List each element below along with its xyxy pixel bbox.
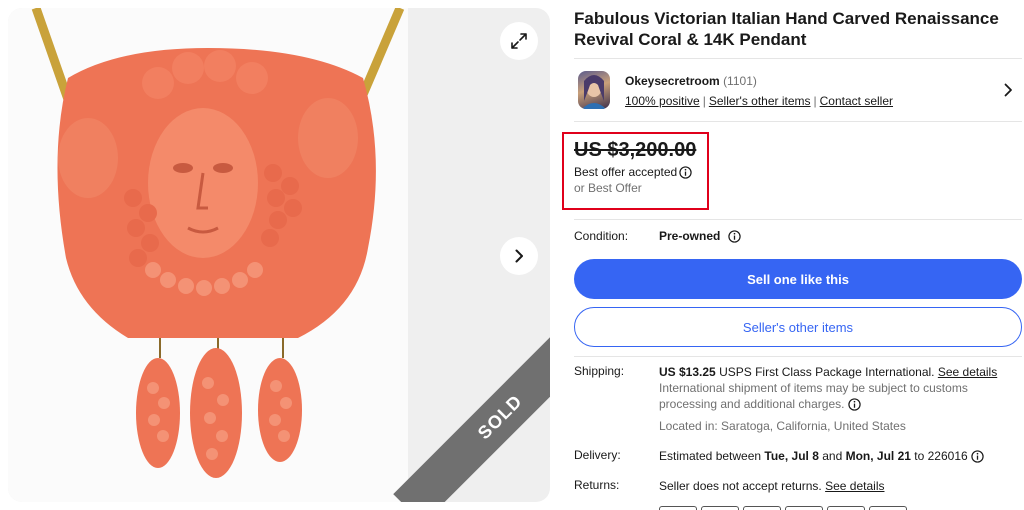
condition-value-text: Pre-owned bbox=[659, 229, 721, 243]
info-icon[interactable] bbox=[728, 229, 742, 243]
payment-method-icon bbox=[869, 506, 907, 510]
best-offer-status: Best offer accepted bbox=[574, 165, 692, 179]
chevron-right-icon bbox=[515, 249, 523, 263]
seller-name[interactable]: Okeysecretroom bbox=[625, 74, 720, 88]
condition-value: Pre-owned bbox=[659, 229, 742, 243]
returns-policy: Seller does not accept returns. See deta… bbox=[659, 478, 1022, 494]
shipping-details: US $13.25 USPS First Class Package Inter… bbox=[659, 364, 1022, 434]
sold-ribbon: SOLD bbox=[393, 310, 550, 502]
delivery-label: Delivery: bbox=[574, 448, 621, 462]
expand-image-button[interactable] bbox=[500, 22, 538, 60]
sold-ribbon-label: SOLD bbox=[473, 390, 526, 443]
payment-method-icon bbox=[659, 506, 697, 510]
product-photo[interactable] bbox=[8, 8, 408, 502]
customs-info[interactable] bbox=[848, 398, 861, 412]
listing-title: Fabulous Victorian Italian Hand Carved R… bbox=[574, 9, 999, 49]
shipping-customs-note: International shipment of items may be s… bbox=[659, 380, 1022, 412]
info-icon[interactable] bbox=[679, 165, 692, 179]
payment-method-icon bbox=[743, 506, 781, 510]
payment-method-icon bbox=[827, 506, 865, 510]
shipping-service: USPS First Class Package International. bbox=[719, 365, 935, 379]
separator: | bbox=[813, 94, 817, 108]
delivery-zip: to 226016 bbox=[914, 449, 968, 463]
divider bbox=[574, 356, 1022, 357]
avatar-portrait-icon bbox=[582, 75, 606, 109]
delivery-info[interactable] bbox=[971, 450, 984, 464]
contact-seller-link[interactable]: Contact seller bbox=[820, 94, 893, 108]
info-icon bbox=[848, 398, 861, 412]
seller-links: 100% positive | Seller's other items | Conta… bbox=[625, 94, 893, 108]
payment-methods bbox=[659, 506, 907, 510]
seller-other-items-link[interactable]: Seller's other items bbox=[709, 94, 811, 108]
condition-label: Condition: bbox=[574, 229, 629, 243]
expand-icon bbox=[511, 33, 527, 49]
next-image-button[interactable] bbox=[500, 237, 538, 275]
chevron-right-icon bbox=[1004, 83, 1012, 97]
best-offer-status-text: Best offer accepted bbox=[574, 165, 678, 179]
or-best-offer: or Best Offer bbox=[574, 181, 642, 195]
shipping-cost: US $13.25 bbox=[659, 365, 716, 379]
shipping-see-details-link[interactable]: See details bbox=[938, 365, 997, 379]
payment-method-icon bbox=[785, 506, 823, 510]
seller-avatar[interactable] bbox=[578, 71, 610, 109]
image-gallery: SOLD bbox=[8, 8, 550, 502]
delivery-start-date: Tue, Jul 8 bbox=[764, 449, 819, 463]
seller-name-line: Okeysecretroom (1101) bbox=[625, 74, 757, 88]
seller-card[interactable]: Okeysecretroom (1101) 100% positive | Sell… bbox=[574, 58, 1022, 122]
shipping-line: US $13.25 USPS First Class Package Inter… bbox=[659, 364, 1022, 380]
coral-pendant-image bbox=[31, 8, 405, 478]
info-icon bbox=[971, 450, 984, 464]
returns-see-details-link[interactable]: See details bbox=[825, 479, 884, 493]
shipping-customs-note-text: International shipment of items may be s… bbox=[659, 381, 968, 411]
item-price: US $3,200.00 bbox=[574, 139, 697, 161]
delivery-prefix: Estimated between bbox=[659, 449, 762, 463]
separator: | bbox=[702, 94, 706, 108]
divider bbox=[574, 219, 1022, 220]
delivery-and: and bbox=[822, 449, 843, 463]
seller-card-chevron[interactable] bbox=[1002, 83, 1014, 102]
returns-text: Seller does not accept returns. bbox=[659, 479, 822, 493]
item-location: Located in: Saratoga, California, United… bbox=[659, 419, 906, 433]
returns-label: Returns: bbox=[574, 478, 620, 492]
seller-positive-link[interactable]: 100% positive bbox=[625, 94, 700, 108]
shipping-label: Shipping: bbox=[574, 364, 625, 378]
payment-method-icon bbox=[701, 506, 739, 510]
delivery-estimate: Estimated between Tue, Jul 8 and Mon, Ju… bbox=[659, 448, 1022, 464]
seller-feedback-count: (1101) bbox=[723, 74, 757, 88]
sellers-other-items-button[interactable]: Seller's other items bbox=[574, 307, 1022, 347]
delivery-end-date: Mon, Jul 21 bbox=[845, 449, 911, 463]
sell-one-like-this-button[interactable]: Sell one like this bbox=[574, 259, 1022, 299]
